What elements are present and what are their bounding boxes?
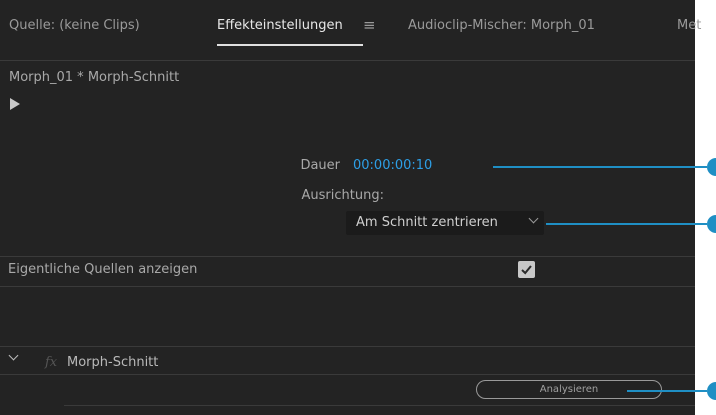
duration-value[interactable]: 00:00:00:10	[353, 158, 432, 173]
active-tab-indicator	[217, 44, 363, 46]
checkmark-icon	[521, 265, 532, 275]
tab-source[interactable]: Quelle: (keine Clips)	[9, 18, 140, 33]
callout-line	[627, 390, 707, 392]
callout-line	[493, 166, 707, 168]
alignment-dropdown[interactable]: Am Schnitt zentrieren	[346, 211, 544, 235]
divider	[64, 405, 695, 406]
alignment-selected: Am Schnitt zentrieren	[356, 215, 498, 230]
alignment-label: Ausrichtung:	[301, 188, 384, 203]
effect-name: Morph-Schnitt	[67, 355, 159, 370]
panel-tab-bar: Quelle: (keine Clips) Effekteinstellunge…	[0, 0, 701, 52]
tab-audio-clip-mixer[interactable]: Audioclip-Mischer: Morph_01	[408, 18, 595, 33]
divider	[0, 60, 695, 61]
divider	[0, 374, 695, 375]
divider	[0, 346, 695, 347]
divider	[0, 286, 695, 287]
chevron-down-icon	[528, 213, 539, 224]
fx-icon[interactable]: fx	[45, 355, 57, 370]
show-sources-checkbox[interactable]	[518, 261, 535, 278]
show-sources-label: Eigentliche Quellen anzeigen	[8, 262, 198, 277]
play-icon[interactable]	[10, 98, 20, 110]
duration-label: Dauer	[300, 158, 340, 173]
tab-effect-controls[interactable]: Effekteinstellungen	[217, 18, 343, 33]
tab-metadata[interactable]: Met	[677, 18, 701, 33]
callout-line	[546, 223, 707, 225]
callout-marker	[707, 215, 716, 233]
callout-marker	[707, 158, 716, 176]
clip-title: Morph_01 * Morph-Schnitt	[9, 70, 180, 85]
chevron-down-icon[interactable]	[8, 350, 19, 361]
effect-controls-panel: Quelle: (keine Clips) Effekteinstellunge…	[0, 0, 701, 415]
divider	[0, 256, 695, 257]
callout-marker	[707, 382, 716, 400]
hamburger-icon[interactable]: ≡	[363, 16, 376, 34]
